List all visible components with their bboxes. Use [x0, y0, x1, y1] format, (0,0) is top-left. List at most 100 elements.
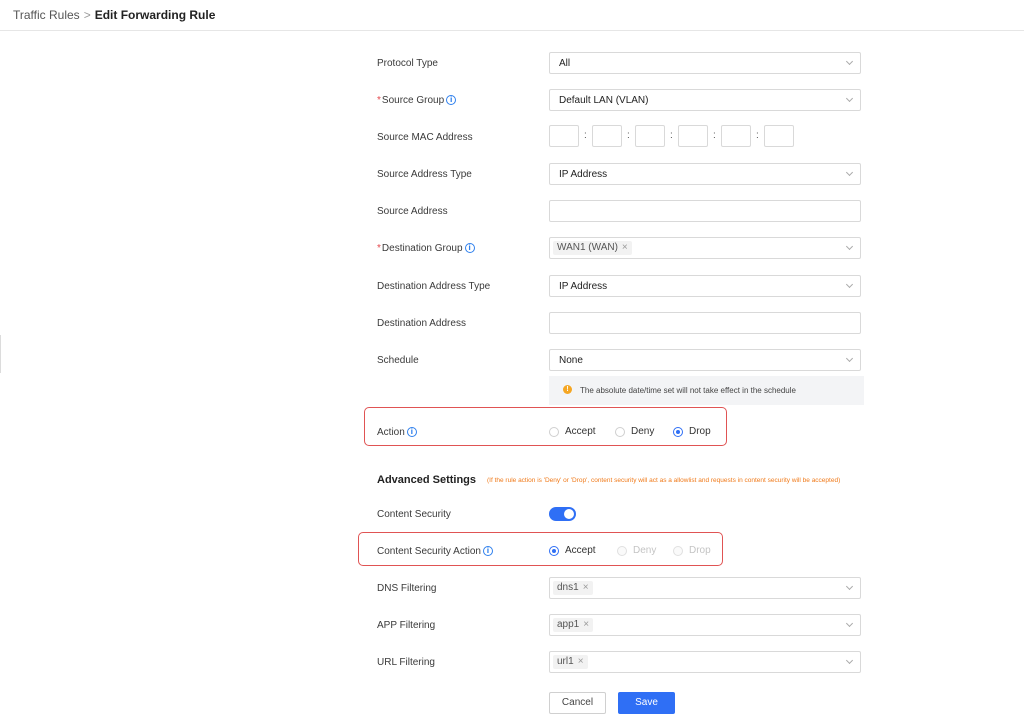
advanced-settings-note: (If the rule action is 'Deny' or 'Drop',…: [487, 477, 841, 484]
advanced-settings-title: Advanced Settings: [377, 474, 477, 486]
mac-segment-1[interactable]: [549, 125, 579, 147]
close-icon[interactable]: ×: [622, 242, 628, 253]
chevron-down-icon: [845, 242, 854, 251]
url-filtering-select[interactable]: url1 ×: [549, 651, 861, 673]
dns-filtering-label: DNS Filtering: [377, 583, 437, 594]
dns-filtering-select[interactable]: dns1 ×: [549, 577, 861, 599]
mac-separator: :: [627, 130, 630, 141]
close-icon[interactable]: ×: [578, 656, 584, 667]
info-icon[interactable]: i: [482, 546, 493, 556]
chevron-down-icon: [845, 168, 854, 177]
schedule-value: None: [559, 355, 583, 366]
content-security-action-radio-group: Accept Deny Drop: [549, 545, 729, 557]
destination-address-type-label: Destination Address Type: [377, 281, 491, 292]
radio-label: Accept: [565, 426, 596, 437]
content-security-action-label: Content Security Action i: [377, 546, 493, 557]
radio-circle: [673, 545, 683, 556]
radio-label: Deny: [631, 426, 655, 437]
content-security-toggle[interactable]: [549, 507, 576, 521]
radio-label: Deny: [633, 545, 657, 556]
content-security-action-label-text: Content Security Action: [377, 546, 481, 557]
source-group-label: *Source Group i: [377, 95, 457, 106]
destination-group-tag: WAN1 (WAN) ×: [553, 241, 632, 255]
close-icon[interactable]: ×: [583, 619, 589, 630]
source-mac-label: Source MAC Address: [377, 132, 473, 143]
url-filtering-label: URL Filtering: [377, 657, 435, 668]
tag-label: WAN1 (WAN): [557, 242, 618, 253]
source-address-input[interactable]: [549, 200, 861, 222]
action-radio-accept[interactable]: Accept: [549, 426, 596, 437]
destination-address-label: Destination Address: [377, 318, 466, 329]
breadcrumb-separator: >: [83, 8, 91, 22]
info-icon[interactable]: i: [406, 427, 417, 437]
action-label-text: Action: [377, 427, 405, 438]
chevron-down-icon: [845, 619, 854, 628]
mac-separator: :: [756, 130, 759, 141]
mac-segment-5[interactable]: [721, 125, 751, 147]
dns-filtering-tag: dns1 ×: [553, 581, 593, 595]
mac-segment-6[interactable]: [764, 125, 794, 147]
breadcrumb-parent[interactable]: Traffic Rules: [13, 8, 80, 22]
close-icon[interactable]: ×: [583, 582, 589, 593]
schedule-notice: ! The absolute date/time set will not ta…: [549, 376, 864, 405]
source-group-value: Default LAN (VLAN): [559, 95, 649, 106]
chevron-down-icon: [845, 94, 854, 103]
destination-address-type-select[interactable]: IP Address: [549, 275, 861, 297]
mac-segment-4[interactable]: [678, 125, 708, 147]
radio-circle: [673, 426, 683, 437]
protocol-type-label: Protocol Type: [377, 58, 438, 69]
radio-circle: [549, 545, 559, 556]
radio-circle: [617, 545, 627, 556]
mac-segment-3[interactable]: [635, 125, 665, 147]
tag-label: url1: [557, 656, 574, 667]
schedule-select[interactable]: None: [549, 349, 861, 371]
mac-separator: :: [584, 130, 587, 141]
destination-address-input[interactable]: [549, 312, 861, 334]
cs-action-radio-deny: Deny: [617, 545, 656, 556]
action-radio-group: Accept Deny Drop: [549, 426, 729, 438]
required-marker: *: [377, 95, 381, 106]
tag-label: app1: [557, 619, 580, 630]
chevron-down-icon: [845, 582, 854, 591]
action-label: Action i: [377, 427, 417, 438]
app-filtering-tag: app1 ×: [553, 618, 594, 632]
destination-group-label-text: Destination Group: [381, 243, 463, 254]
header-divider: [0, 30, 1024, 31]
content-security-label: Content Security: [377, 509, 451, 520]
chevron-down-icon: [845, 57, 854, 66]
cs-action-radio-accept[interactable]: Accept: [549, 545, 596, 556]
info-icon[interactable]: i: [464, 243, 475, 253]
info-icon[interactable]: i: [446, 95, 457, 105]
protocol-type-select[interactable]: All: [549, 52, 861, 74]
source-address-label: Source Address: [377, 206, 448, 217]
tag-label: dns1: [557, 582, 579, 593]
radio-label: Drop: [689, 545, 711, 556]
destination-group-select[interactable]: WAN1 (WAN) ×: [549, 237, 861, 259]
source-address-type-select[interactable]: IP Address: [549, 163, 861, 185]
source-group-select[interactable]: Default LAN (VLAN): [549, 89, 861, 111]
chevron-down-icon: [845, 656, 854, 665]
source-address-type-label: Source Address Type: [377, 169, 472, 180]
required-marker: *: [377, 243, 381, 254]
app-filtering-label: APP Filtering: [377, 620, 436, 631]
radio-label: Drop: [689, 426, 711, 437]
destination-group-label: *Destination Group i: [377, 243, 475, 254]
action-radio-drop[interactable]: Drop: [673, 426, 711, 437]
cs-action-radio-drop: Drop: [673, 545, 711, 556]
breadcrumb: Traffic Rules > Edit Forwarding Rule: [13, 8, 215, 22]
radio-circle: [615, 426, 625, 437]
schedule-notice-text: The absolute date/time set will not take…: [580, 386, 796, 395]
action-radio-deny[interactable]: Deny: [615, 426, 654, 437]
source-address-type-value: IP Address: [559, 169, 608, 180]
radio-circle: [549, 426, 559, 437]
mac-segment-2[interactable]: [592, 125, 622, 147]
side-panel-edge: [0, 335, 1, 373]
app-filtering-select[interactable]: app1 ×: [549, 614, 861, 636]
chevron-down-icon: [845, 280, 854, 289]
mac-separator: :: [670, 130, 673, 141]
destination-address-type-value: IP Address: [559, 281, 608, 292]
warning-icon: !: [563, 385, 572, 394]
page-title: Edit Forwarding Rule: [94, 8, 216, 22]
url-filtering-tag: url1 ×: [553, 655, 588, 669]
mac-separator: :: [713, 130, 716, 141]
